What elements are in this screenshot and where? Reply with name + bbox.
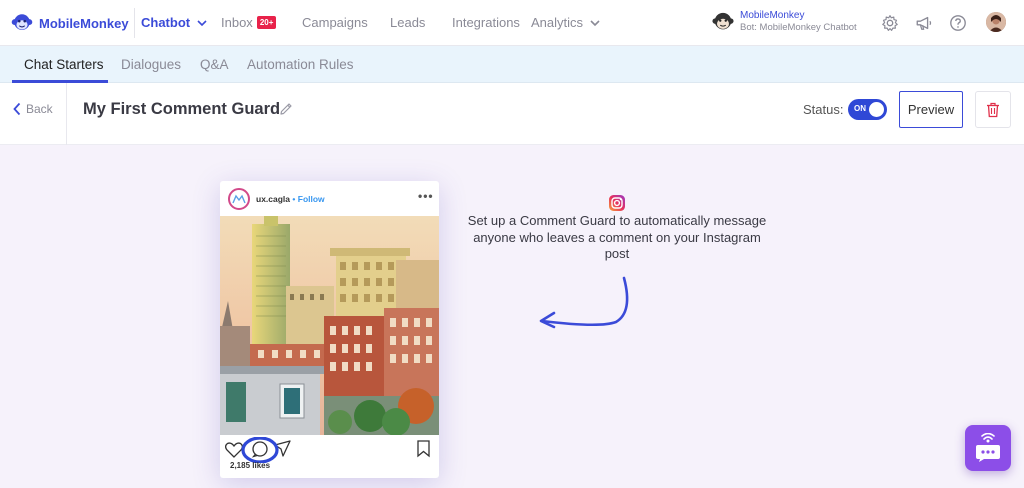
nav-item-label: Leads (390, 15, 426, 30)
user-avatar[interactable] (986, 12, 1006, 32)
help-icon[interactable] (949, 14, 967, 32)
post-action-icons (224, 436, 430, 464)
chat-widget-button[interactable] (965, 425, 1011, 471)
heart-icon (224, 442, 244, 458)
avatar-glyph-icon (232, 194, 246, 204)
inbox-count-badge: 20+ (256, 16, 277, 29)
nav-item-leads[interactable]: Leads (390, 15, 425, 30)
tab-dialogues[interactable]: Dialogues (121, 57, 181, 72)
nav-item-chatbot[interactable]: Chatbot (141, 15, 208, 30)
comment-icon (251, 441, 268, 458)
chatbot-icon (976, 433, 1000, 462)
header-divider (66, 83, 67, 145)
user-photo-icon (986, 12, 1006, 32)
nav-item-analytics[interactable]: Analytics (531, 15, 601, 30)
brand[interactable]: MobileMonkey (11, 12, 129, 34)
post-avatar (228, 188, 250, 210)
nav-item-inbox[interactable]: Inbox 20+ (221, 15, 277, 30)
nav-item-campaigns[interactable]: Campaigns (302, 15, 368, 30)
instagram-post-preview: ux.cagla • Follow ••• 2,185 likes (220, 181, 439, 478)
post-header: ux.cagla • Follow ••• (220, 181, 439, 216)
pencil-icon[interactable] (278, 101, 294, 117)
top-navigation: MobileMonkey Chatbot Inbox 20+ Campaigns… (0, 0, 1024, 46)
status-label: Status: (803, 102, 844, 117)
back-button[interactable]: Back (12, 102, 53, 116)
follow-link: Follow (297, 194, 325, 204)
nav-divider (134, 8, 135, 38)
more-options-icon: ••• (418, 189, 434, 203)
toggle-knob (869, 102, 884, 117)
nav-item-label: Chatbot (141, 15, 191, 30)
back-label: Back (26, 102, 53, 116)
pointer-arrow (539, 276, 629, 329)
tab-chat-starters[interactable]: Chat Starters (24, 57, 104, 72)
builder-canvas (0, 146, 1024, 488)
post-city-photo (220, 216, 439, 435)
post-likes-count: 2,185 likes (230, 461, 271, 470)
bookmark-icon (417, 440, 430, 458)
sub-navigation: Chat Starters Dialogues Q&A Automation R… (0, 46, 1024, 83)
account-name: MobileMonkey (740, 10, 805, 21)
preview-button[interactable]: Preview (899, 91, 963, 128)
post-actions-bar (220, 436, 439, 464)
nav-item-label: Integrations (452, 15, 520, 30)
trash-icon (987, 102, 999, 117)
account-avatar (712, 12, 734, 30)
tab-qa[interactable]: Q&A (200, 57, 229, 72)
status-toggle[interactable]: ON (848, 99, 887, 120)
tab-automation-rules[interactable]: Automation Rules (247, 57, 354, 72)
nav-item-label: Inbox (221, 15, 253, 30)
toggle-state-label: ON (854, 104, 866, 113)
delete-button[interactable] (975, 91, 1011, 128)
chevron-down-icon (197, 19, 207, 26)
brand-name: MobileMonkey (39, 15, 129, 31)
account-bot-name: Bot: MobileMonkey Chatbot (740, 22, 857, 33)
comment-guard-description: Set up a Comment Guard to automatically … (467, 213, 767, 261)
chevron-down-icon (590, 19, 600, 26)
chevron-left-icon (13, 102, 21, 116)
megaphone-icon[interactable] (915, 14, 933, 32)
post-username: ux.cagla (256, 194, 291, 204)
post-username-line: ux.cagla • Follow (256, 194, 325, 204)
nav-item-label: Campaigns (302, 15, 368, 30)
instagram-icon (609, 195, 625, 211)
gear-icon[interactable] (881, 14, 899, 32)
account-switcher[interactable]: MobileMonkey Bot: MobileMonkey Chatbot (712, 10, 857, 34)
nav-item-label: Analytics (531, 15, 584, 30)
nav-item-integrations[interactable]: Integrations (452, 15, 520, 30)
page-header: Back My First Comment Guard Status: ON P… (0, 83, 1024, 145)
page-title: My First Comment Guard (83, 100, 281, 118)
monkey-logo-icon (11, 14, 33, 30)
